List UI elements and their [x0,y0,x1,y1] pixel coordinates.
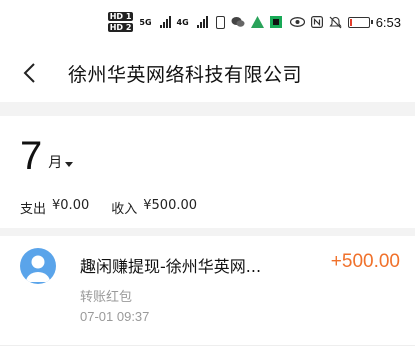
wechat-icon [231,17,245,27]
transaction-title: 趣闲赚提现-徐州华英网... [80,257,262,276]
network-type-label-2: 4G [176,17,189,27]
month-selector[interactable]: 7 月 [20,134,74,178]
month-number: 7 [20,134,43,178]
status-bar: HD 1 HD 2 5G 4G 6:53 [0,0,415,44]
month-summary: 7 月 支出 ¥0.00 收入 ¥500.00 [0,116,415,228]
app-icon-2 [269,16,282,28]
battery-icon [347,16,373,28]
section-divider-2 [0,228,415,236]
transaction-time: 07-01 09:37 [80,309,150,324]
network-type-label: 5G [139,17,152,27]
sim2-hd-badge: HD 2 [107,23,134,32]
income-label: 收入 [111,202,138,217]
app-icon [250,16,264,28]
back-arrow-icon[interactable] [18,62,40,84]
page-title: 徐州华英网络科技有限公司 [68,63,303,86]
sim-card-icon [215,15,225,29]
signal-icon [159,16,171,28]
battery-fill [349,18,352,26]
month-unit: 月 [48,155,63,171]
month-totals: 支出 ¥0.00 收入 ¥500.00 [20,198,213,217]
clock-time: 6:53 [375,14,401,30]
expense-label: 支出 [20,202,47,217]
notification-icons [215,15,282,29]
avatar [20,248,56,284]
transaction-type: 转账红包 [80,290,133,305]
transaction-amount: +500.00 [330,251,400,272]
sim-indicators: HD 1 HD 2 [107,12,134,32]
system-icons: 6:53 [289,14,401,30]
income-value: ¥500.00 [143,198,198,213]
top-app-bar: 徐州华英网络科技有限公司 [0,44,415,102]
cellular-group: HD 1 HD 2 5G 4G [107,12,208,32]
sim1-hd-badge: HD 1 [107,12,134,21]
eye-icon [289,17,305,27]
signal-icon-2 [196,16,208,28]
user-icon [26,255,50,282]
nfc-icon [310,16,323,28]
section-divider [0,102,415,116]
transaction-row[interactable]: 趣闲赚提现-徐州华英网... +500.00 转账红包 07-01 09:37 [0,236,415,346]
expense-value: ¥0.00 [52,198,90,213]
caret-down-icon [65,162,74,167]
mute-icon [329,16,342,28]
